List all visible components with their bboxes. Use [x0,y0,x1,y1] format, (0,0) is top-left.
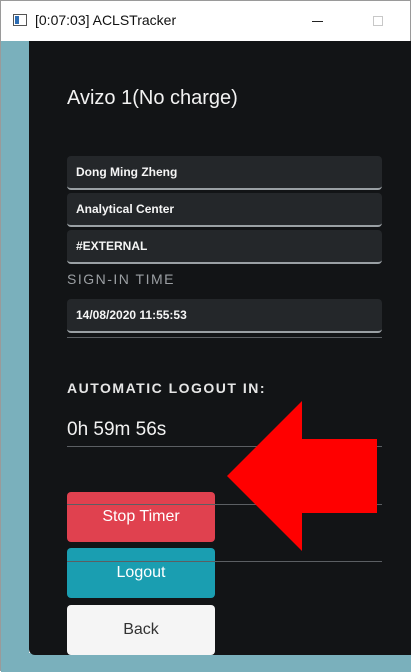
signin-time-label: SIGN-IN TIME [67,271,175,287]
app-window: [0:07:03] ACLSTracker Avizo 1(No charge)… [0,0,411,672]
window-title: [0:07:03] ACLSTracker [35,12,177,28]
maximize-icon[interactable] [363,11,393,31]
instrument-name: Avizo 1(No charge) [67,87,238,109]
app-icon [13,14,27,26]
account-field: #EXTERNAL [67,230,382,264]
divider [67,337,382,338]
department-field: Analytical Center [67,193,382,227]
back-button[interactable]: Back [67,605,215,655]
tracker-panel: Avizo 1(No charge) Dong Ming Zheng Analy… [29,41,411,655]
signin-time-field: 14/08/2020 11:55:53 [67,299,382,333]
title-bar[interactable]: [0:07:03] ACLSTracker [1,1,410,42]
logout-countdown: 0h 59m 56s [67,419,167,440]
background-strip-bottom [1,653,411,672]
minimize-icon[interactable] [302,11,332,31]
logout-button[interactable]: Logout [67,548,215,598]
user-name-field: Dong Ming Zheng [67,156,382,190]
annotation-arrow-icon [227,401,377,551]
background-strip-left [1,41,29,672]
auto-logout-label: AUTOMATIC LOGOUT IN: [67,380,267,396]
divider [67,561,382,562]
stop-timer-button[interactable]: Stop Timer [67,492,215,542]
